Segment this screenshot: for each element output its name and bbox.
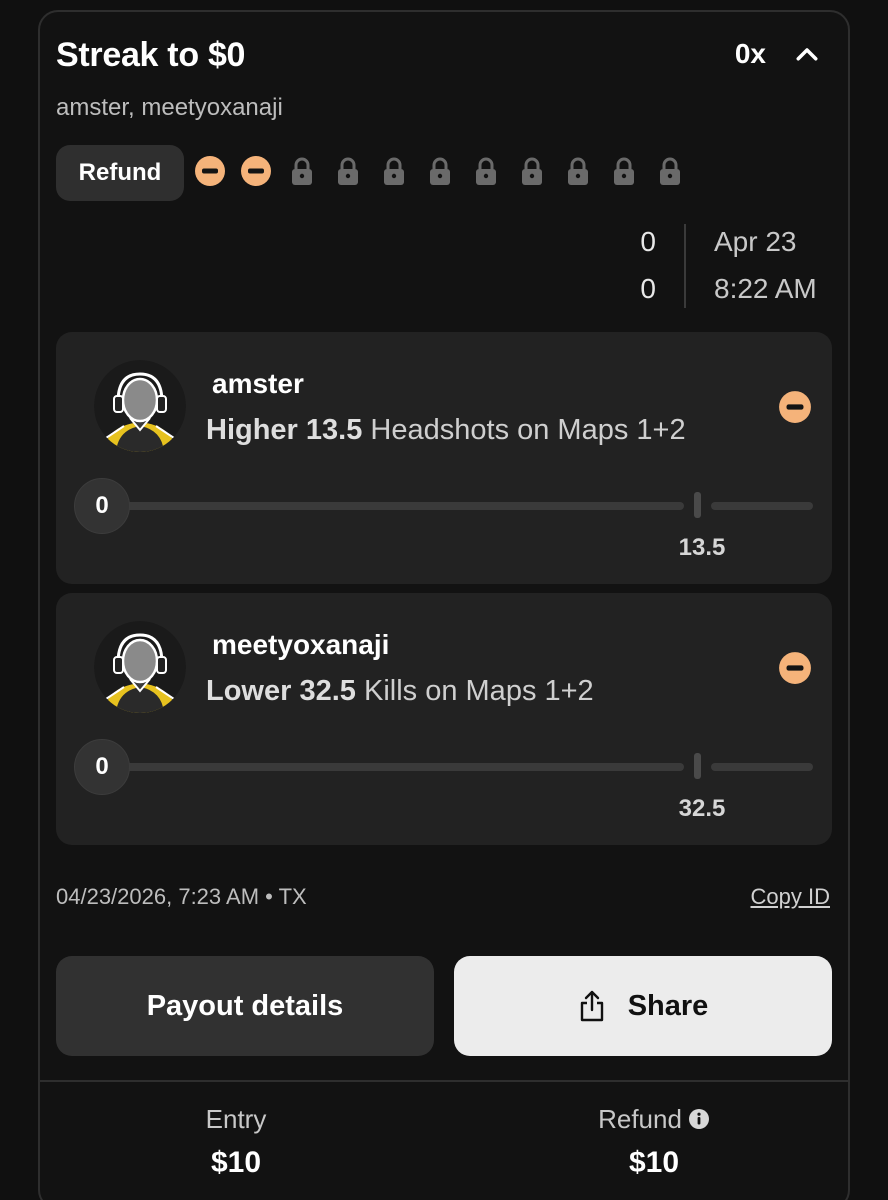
lock-icon: [614, 157, 634, 185]
line-marker-label: 32.5: [678, 795, 726, 822]
share-button[interactable]: Share: [454, 956, 832, 1056]
lock-icon: [384, 157, 404, 185]
pick-direction: Lower: [206, 675, 292, 707]
pick-direction: Higher: [206, 414, 298, 446]
entry-title: Streak to $0: [56, 36, 246, 74]
minus-circle-icon: [779, 652, 811, 684]
lock-icon: [338, 157, 358, 185]
leg-status-row: [194, 155, 686, 187]
match-time: 8:22 AM: [714, 273, 817, 304]
lock-icon: [568, 157, 588, 185]
lock-icon: [430, 157, 450, 185]
payout-details-button[interactable]: Payout details: [56, 956, 434, 1056]
scoreboard-divider: [684, 224, 686, 308]
pick-card[interactable]: amster Higher 13.5 Headshots on Maps 1+2…: [56, 332, 832, 584]
minus-circle-icon: [195, 156, 225, 186]
score-team-1: 0: [640, 226, 656, 257]
copy-id-link[interactable]: Copy ID: [751, 884, 830, 910]
lock-icon: [660, 157, 680, 185]
entry-label: Entry: [205, 1104, 267, 1134]
pick-line-value: 13.5: [305, 414, 363, 446]
lock-icon: [522, 157, 542, 185]
pick-line-value: 32.5: [299, 675, 356, 707]
refund-status-badge: Refund: [56, 145, 184, 201]
lock-icon: [476, 157, 496, 185]
players-subtitle: amster, meetyoxanaji: [56, 94, 283, 121]
payout-multiplier: 0x: [734, 38, 766, 69]
refund-summary-label: Refund: [504, 1104, 804, 1135]
line-marker-tick: [694, 753, 701, 779]
line-marker-label: 13.5: [678, 534, 726, 561]
refund-label: Refund: [598, 1104, 682, 1134]
minus-circle-icon: [241, 156, 271, 186]
refund-value: $10: [628, 1146, 680, 1179]
match-date: Apr 23: [714, 226, 797, 257]
progress-track: [116, 763, 684, 771]
player-name: meetyoxanaji: [212, 629, 390, 660]
progress-track-remainder: [711, 763, 813, 771]
info-icon[interactable]: [688, 1108, 710, 1130]
player-avatar-icon: [94, 360, 186, 452]
score-team-2: 0: [640, 273, 656, 304]
lock-icon: [292, 157, 312, 185]
progress-track: [116, 502, 684, 510]
pick-card[interactable]: meetyoxanaji Lower 32.5 Kills on Maps 1+…: [56, 593, 832, 845]
current-stat-knob: 0: [74, 739, 130, 795]
share-icon: [580, 990, 603, 1022]
entry-value: $10: [210, 1146, 262, 1179]
pick-line: Higher 13.5 Headshots on Maps 1+2: [206, 414, 686, 447]
player-avatar-icon: [94, 621, 186, 713]
share-label: Share: [627, 989, 709, 1022]
payout-details-label: Payout details: [146, 989, 344, 1022]
pick-stat: Headshots on Maps 1+2: [370, 414, 686, 446]
footer-divider: [40, 1080, 848, 1082]
entry-card: Streak to $0 0x amster, meetyoxanaji Ref…: [38, 10, 850, 1200]
progress-track-remainder: [711, 502, 813, 510]
current-stat-knob: 0: [74, 478, 130, 534]
chevron-up-icon[interactable]: [792, 40, 822, 70]
player-name: amster: [212, 368, 304, 399]
pick-line: Lower 32.5 Kills on Maps 1+2: [206, 675, 594, 708]
line-marker-tick: [694, 492, 701, 518]
pick-stat: Kills on Maps 1+2: [363, 675, 594, 707]
minus-circle-icon: [779, 391, 811, 423]
placed-timestamp: 04/23/2026, 7:23 AM • TX: [56, 884, 307, 909]
